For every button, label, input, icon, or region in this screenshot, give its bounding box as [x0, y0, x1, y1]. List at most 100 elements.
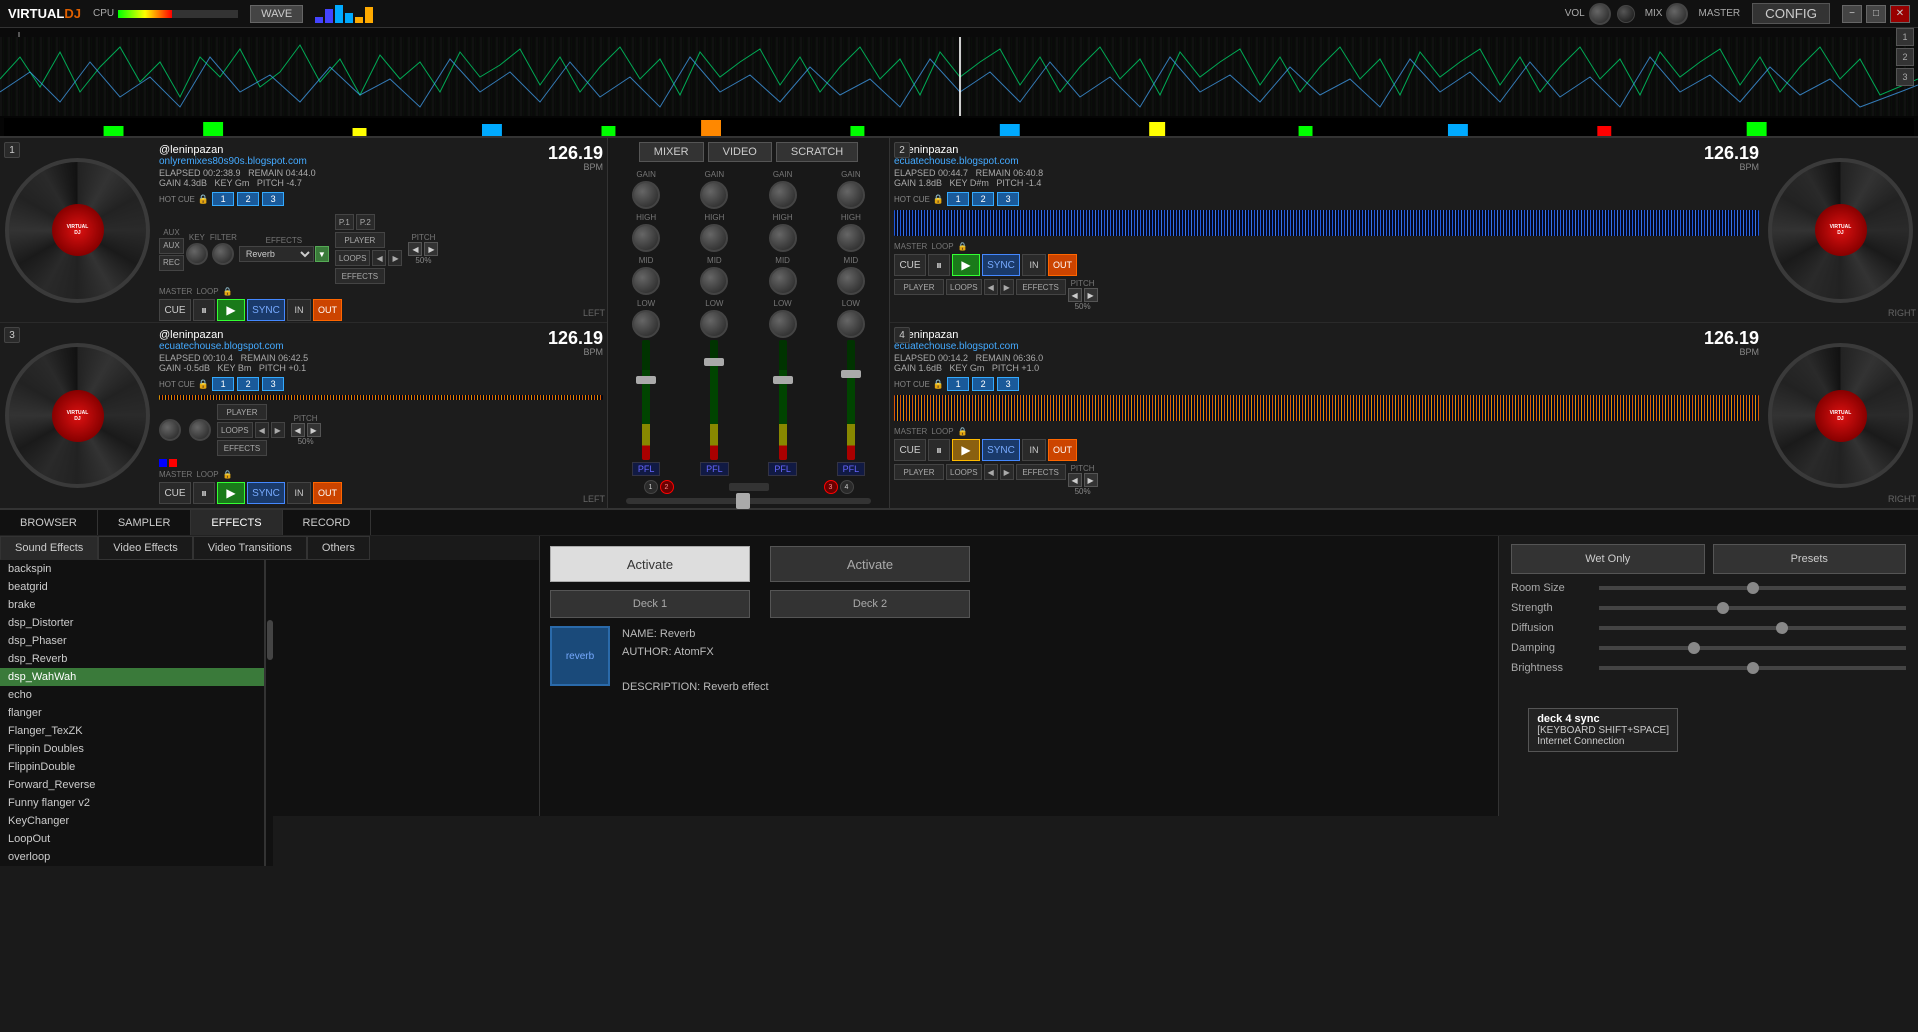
ch-num-2[interactable]: 2: [660, 480, 674, 494]
deck-1-effects-select[interactable]: Reverb: [239, 246, 314, 262]
deck-4-player-btn[interactable]: PLAYER: [894, 464, 944, 480]
deck-2-loop-prev[interactable]: ◀: [984, 279, 998, 295]
deck-1-cue-btn[interactable]: CUE: [159, 299, 191, 321]
mixer-ch3-high-knob[interactable]: [769, 224, 797, 252]
param-diffusion-slider[interactable]: [1599, 626, 1906, 630]
deck-1-loop-prev[interactable]: ◀: [372, 250, 386, 266]
deck-4-effects-sub-btn[interactable]: EFFECTS: [1016, 464, 1066, 480]
mixer-ch3-pfl[interactable]: PFL: [768, 462, 797, 476]
activate-btn-2[interactable]: Activate: [770, 546, 970, 582]
mixer-ch1-gain-knob[interactable]: [632, 181, 660, 209]
deck-1-player-btn[interactable]: PLAYER: [335, 232, 385, 248]
tab-sampler[interactable]: SAMPLER: [98, 510, 192, 535]
deck-3-sync-btn[interactable]: SYNC: [247, 482, 285, 504]
tab-effects[interactable]: EFFECTS: [191, 510, 282, 535]
deck-3-play-btn[interactable]: ▶: [217, 482, 245, 504]
config-button[interactable]: CONFIG: [1752, 3, 1830, 24]
activate-btn-1[interactable]: Activate: [550, 546, 750, 582]
deck-4-pitch-left[interactable]: ◀: [1068, 473, 1082, 487]
deck-2-assign-btn[interactable]: Deck 2: [770, 590, 970, 618]
deck-3-out-btn[interactable]: OUT: [313, 482, 342, 504]
effect-dsp-reverb[interactable]: dsp_Reverb: [0, 650, 264, 668]
effects-scrollbar[interactable]: [265, 560, 273, 866]
deck-1-pitch-left[interactable]: ◀: [408, 242, 422, 256]
effect-loopout[interactable]: LoopOut: [0, 830, 264, 848]
deck-2-player-btn[interactable]: PLAYER: [894, 279, 944, 295]
mixer-ch4-high-knob[interactable]: [837, 224, 865, 252]
tab-others[interactable]: Others: [307, 536, 370, 560]
deck-4-in-btn[interactable]: IN: [1022, 439, 1046, 461]
effect-flanger-texzk[interactable]: Flanger_TexZK: [0, 722, 264, 740]
deck-1-p2-btn[interactable]: P.2: [356, 214, 375, 230]
effect-beatgrid[interactable]: beatgrid: [0, 578, 264, 596]
deck-4-turntable[interactable]: VIRTUALDJ: [1768, 343, 1913, 488]
deck-1-sync-btn[interactable]: SYNC: [247, 299, 285, 321]
mixer-ch2-low-knob[interactable]: [700, 310, 728, 338]
deck-2-loop-next[interactable]: ▶: [1000, 279, 1014, 295]
deck-3-pause-btn[interactable]: ⏸: [193, 482, 215, 504]
balance-slider[interactable]: [729, 483, 769, 491]
deck-4-loops-btn[interactable]: LOOPS: [946, 464, 982, 480]
deck-1-pitch-right[interactable]: ▶: [424, 242, 438, 256]
param-damping-slider[interactable]: [1599, 646, 1906, 650]
mixer-ch4-fader[interactable]: [847, 340, 855, 460]
deck-4-out-btn[interactable]: OUT: [1048, 439, 1077, 461]
tab-video-transitions[interactable]: Video Transitions: [193, 536, 307, 560]
deck-4-loop-next[interactable]: ▶: [1000, 464, 1014, 480]
deck-4-cue-btn[interactable]: CUE: [894, 439, 926, 461]
deck-4-hc1[interactable]: 1: [947, 377, 969, 391]
deck-1-in-btn[interactable]: IN: [287, 299, 311, 321]
deck-1-out-btn[interactable]: OUT: [313, 299, 342, 321]
effect-dsp-wahwah[interactable]: dsp_WahWah: [0, 668, 264, 686]
deck-3-hc2[interactable]: 2: [237, 377, 259, 391]
headphones-knob[interactable]: [1617, 5, 1635, 23]
minimize-button[interactable]: −: [1842, 5, 1862, 23]
deck-1-loops-btn[interactable]: LOOPS: [335, 250, 371, 266]
presets-btn[interactable]: Presets: [1713, 544, 1907, 574]
deck-2-hc3[interactable]: 3: [997, 192, 1019, 206]
deck-1-key-knob[interactable]: [186, 243, 208, 265]
deck-2-hc2[interactable]: 2: [972, 192, 994, 206]
deck-2-hc1[interactable]: 1: [947, 192, 969, 206]
deck-2-pitch-right[interactable]: ▶: [1084, 288, 1098, 302]
effect-dsp-distorter[interactable]: dsp_Distorter: [0, 614, 264, 632]
deck-2-out-btn[interactable]: OUT: [1048, 254, 1077, 276]
deck-1-effects-arrow[interactable]: ▼: [315, 246, 329, 262]
deck-4-hc2[interactable]: 2: [972, 377, 994, 391]
mixer-ch4-low-knob[interactable]: [837, 310, 865, 338]
mixer-ch1-pfl[interactable]: PFL: [632, 462, 661, 476]
maximize-button[interactable]: □: [1866, 5, 1886, 23]
deck-4-pitch-right[interactable]: ▶: [1084, 473, 1098, 487]
param-brightness-slider[interactable]: [1599, 666, 1906, 670]
deck-3-turntable[interactable]: VIRTUALDJ: [5, 343, 150, 488]
mixer-ch2-high-knob[interactable]: [700, 224, 728, 252]
deck-3-waveform[interactable]: [159, 395, 603, 400]
mixer-ch2-mid-knob[interactable]: [700, 267, 728, 295]
deck-1-turntable[interactable]: VIRTUALDJ: [5, 158, 150, 303]
effect-funny-flanger[interactable]: Funny flanger v2: [0, 794, 264, 812]
mixer-ch3-mid-knob[interactable]: [769, 267, 797, 295]
wave-button[interactable]: WAVE: [250, 5, 303, 23]
deck-3-loops-btn[interactable]: LOOPS: [217, 422, 253, 438]
effect-overloop[interactable]: overloop: [0, 848, 264, 866]
deck-2-in-btn[interactable]: IN: [1022, 254, 1046, 276]
deck-3-player-btn[interactable]: PLAYER: [217, 404, 267, 420]
deck-4-waveform[interactable]: [894, 395, 1759, 421]
mixer-ch3-fader[interactable]: [779, 340, 787, 460]
effect-forward-reverse[interactable]: Forward_Reverse: [0, 776, 264, 794]
deck-3-loop-next[interactable]: ▶: [271, 422, 285, 438]
effect-flanger[interactable]: flanger: [0, 704, 264, 722]
deck-2-play-btn[interactable]: ▶: [952, 254, 980, 276]
effect-keychanger[interactable]: KeyChanger: [0, 812, 264, 830]
mixer-ch2-gain-knob[interactable]: [700, 181, 728, 209]
deck-1-filter-knob[interactable]: [212, 243, 234, 265]
side-nav-3[interactable]: 3: [1896, 68, 1914, 86]
mix-knob[interactable]: [1666, 3, 1688, 25]
deck-4-hc3[interactable]: 3: [997, 377, 1019, 391]
deck-2-sync-btn[interactable]: SYNC: [982, 254, 1020, 276]
tab-sound-effects[interactable]: Sound Effects: [0, 536, 98, 560]
deck-1-loop-next[interactable]: ▶: [388, 250, 402, 266]
param-strength-slider[interactable]: [1599, 606, 1906, 610]
deck-1-rec-btn[interactable]: REC: [159, 255, 184, 271]
effect-echo[interactable]: echo: [0, 686, 264, 704]
